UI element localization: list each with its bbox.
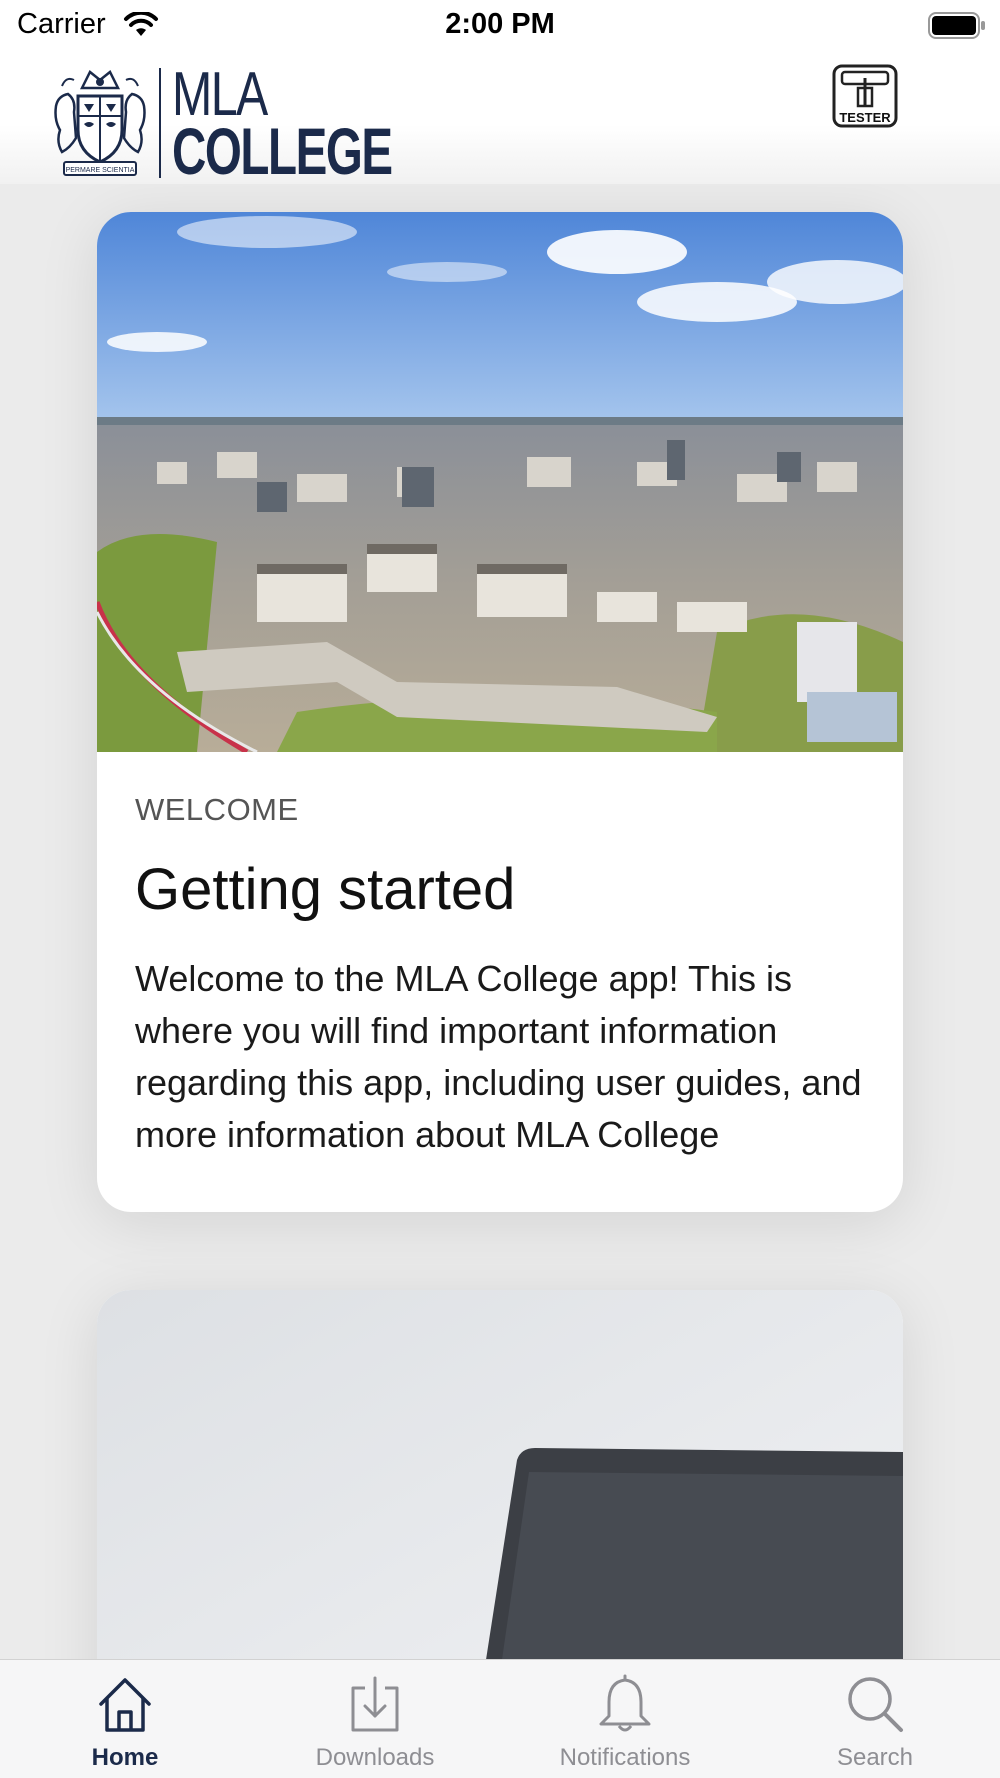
home-icon xyxy=(99,1678,151,1732)
tab-notifications[interactable]: Notifications xyxy=(500,1660,750,1778)
tab-home-label: Home xyxy=(91,1744,159,1771)
logo-divider xyxy=(159,68,161,178)
download-icon xyxy=(351,1676,399,1732)
content-card[interactable] xyxy=(97,1290,903,1659)
status-time: 2:00 PM xyxy=(445,8,555,40)
tab-notifications-label: Notifications xyxy=(559,1744,691,1771)
tester-badge-icon[interactable]: TESTER xyxy=(832,64,898,128)
laptop-photo xyxy=(97,1290,903,1659)
mla-college-logo[interactable]: PERMARE SCIENTIA MLA COLLEGE xyxy=(52,62,393,184)
card-photo xyxy=(97,1290,903,1659)
card-eyebrow: WELCOME xyxy=(135,792,299,827)
logo-text-college: COLLEGE xyxy=(172,114,393,188)
tab-downloads-label: Downloads xyxy=(315,1744,435,1771)
card-description: Welcome to the MLA College app! This is … xyxy=(135,958,862,1155)
welcome-card[interactable]: WELCOME Getting started Welcome to the M… xyxy=(97,212,903,1212)
tab-bar: Home Downloads Notifications Search xyxy=(0,1659,1000,1778)
college-crest-icon: PERMARE SCIENTIA xyxy=(54,70,146,176)
tab-search[interactable]: Search xyxy=(750,1660,1000,1778)
app-header: PERMARE SCIENTIA MLA COLLEGE TESTER xyxy=(0,52,1000,184)
card-title: Getting started xyxy=(135,857,516,922)
tab-search-label: Search xyxy=(836,1744,914,1771)
tester-label: TESTER xyxy=(839,110,891,125)
battery-icon xyxy=(928,12,985,39)
tab-home[interactable]: Home xyxy=(0,1660,250,1778)
card-body: WELCOME Getting started Welcome to the M… xyxy=(135,792,875,1161)
search-icon xyxy=(848,1677,903,1732)
bell-icon xyxy=(599,1674,651,1732)
tab-downloads[interactable]: Downloads xyxy=(250,1660,500,1778)
aerial-city-photo xyxy=(97,212,903,752)
home-feed[interactable]: WELCOME Getting started Welcome to the M… xyxy=(0,184,1000,1659)
card-hero-image xyxy=(97,212,903,752)
logo-motto: PERMARE SCIENTIA xyxy=(66,167,135,174)
status-bar: Carrier 2:00 PM xyxy=(0,0,1000,52)
